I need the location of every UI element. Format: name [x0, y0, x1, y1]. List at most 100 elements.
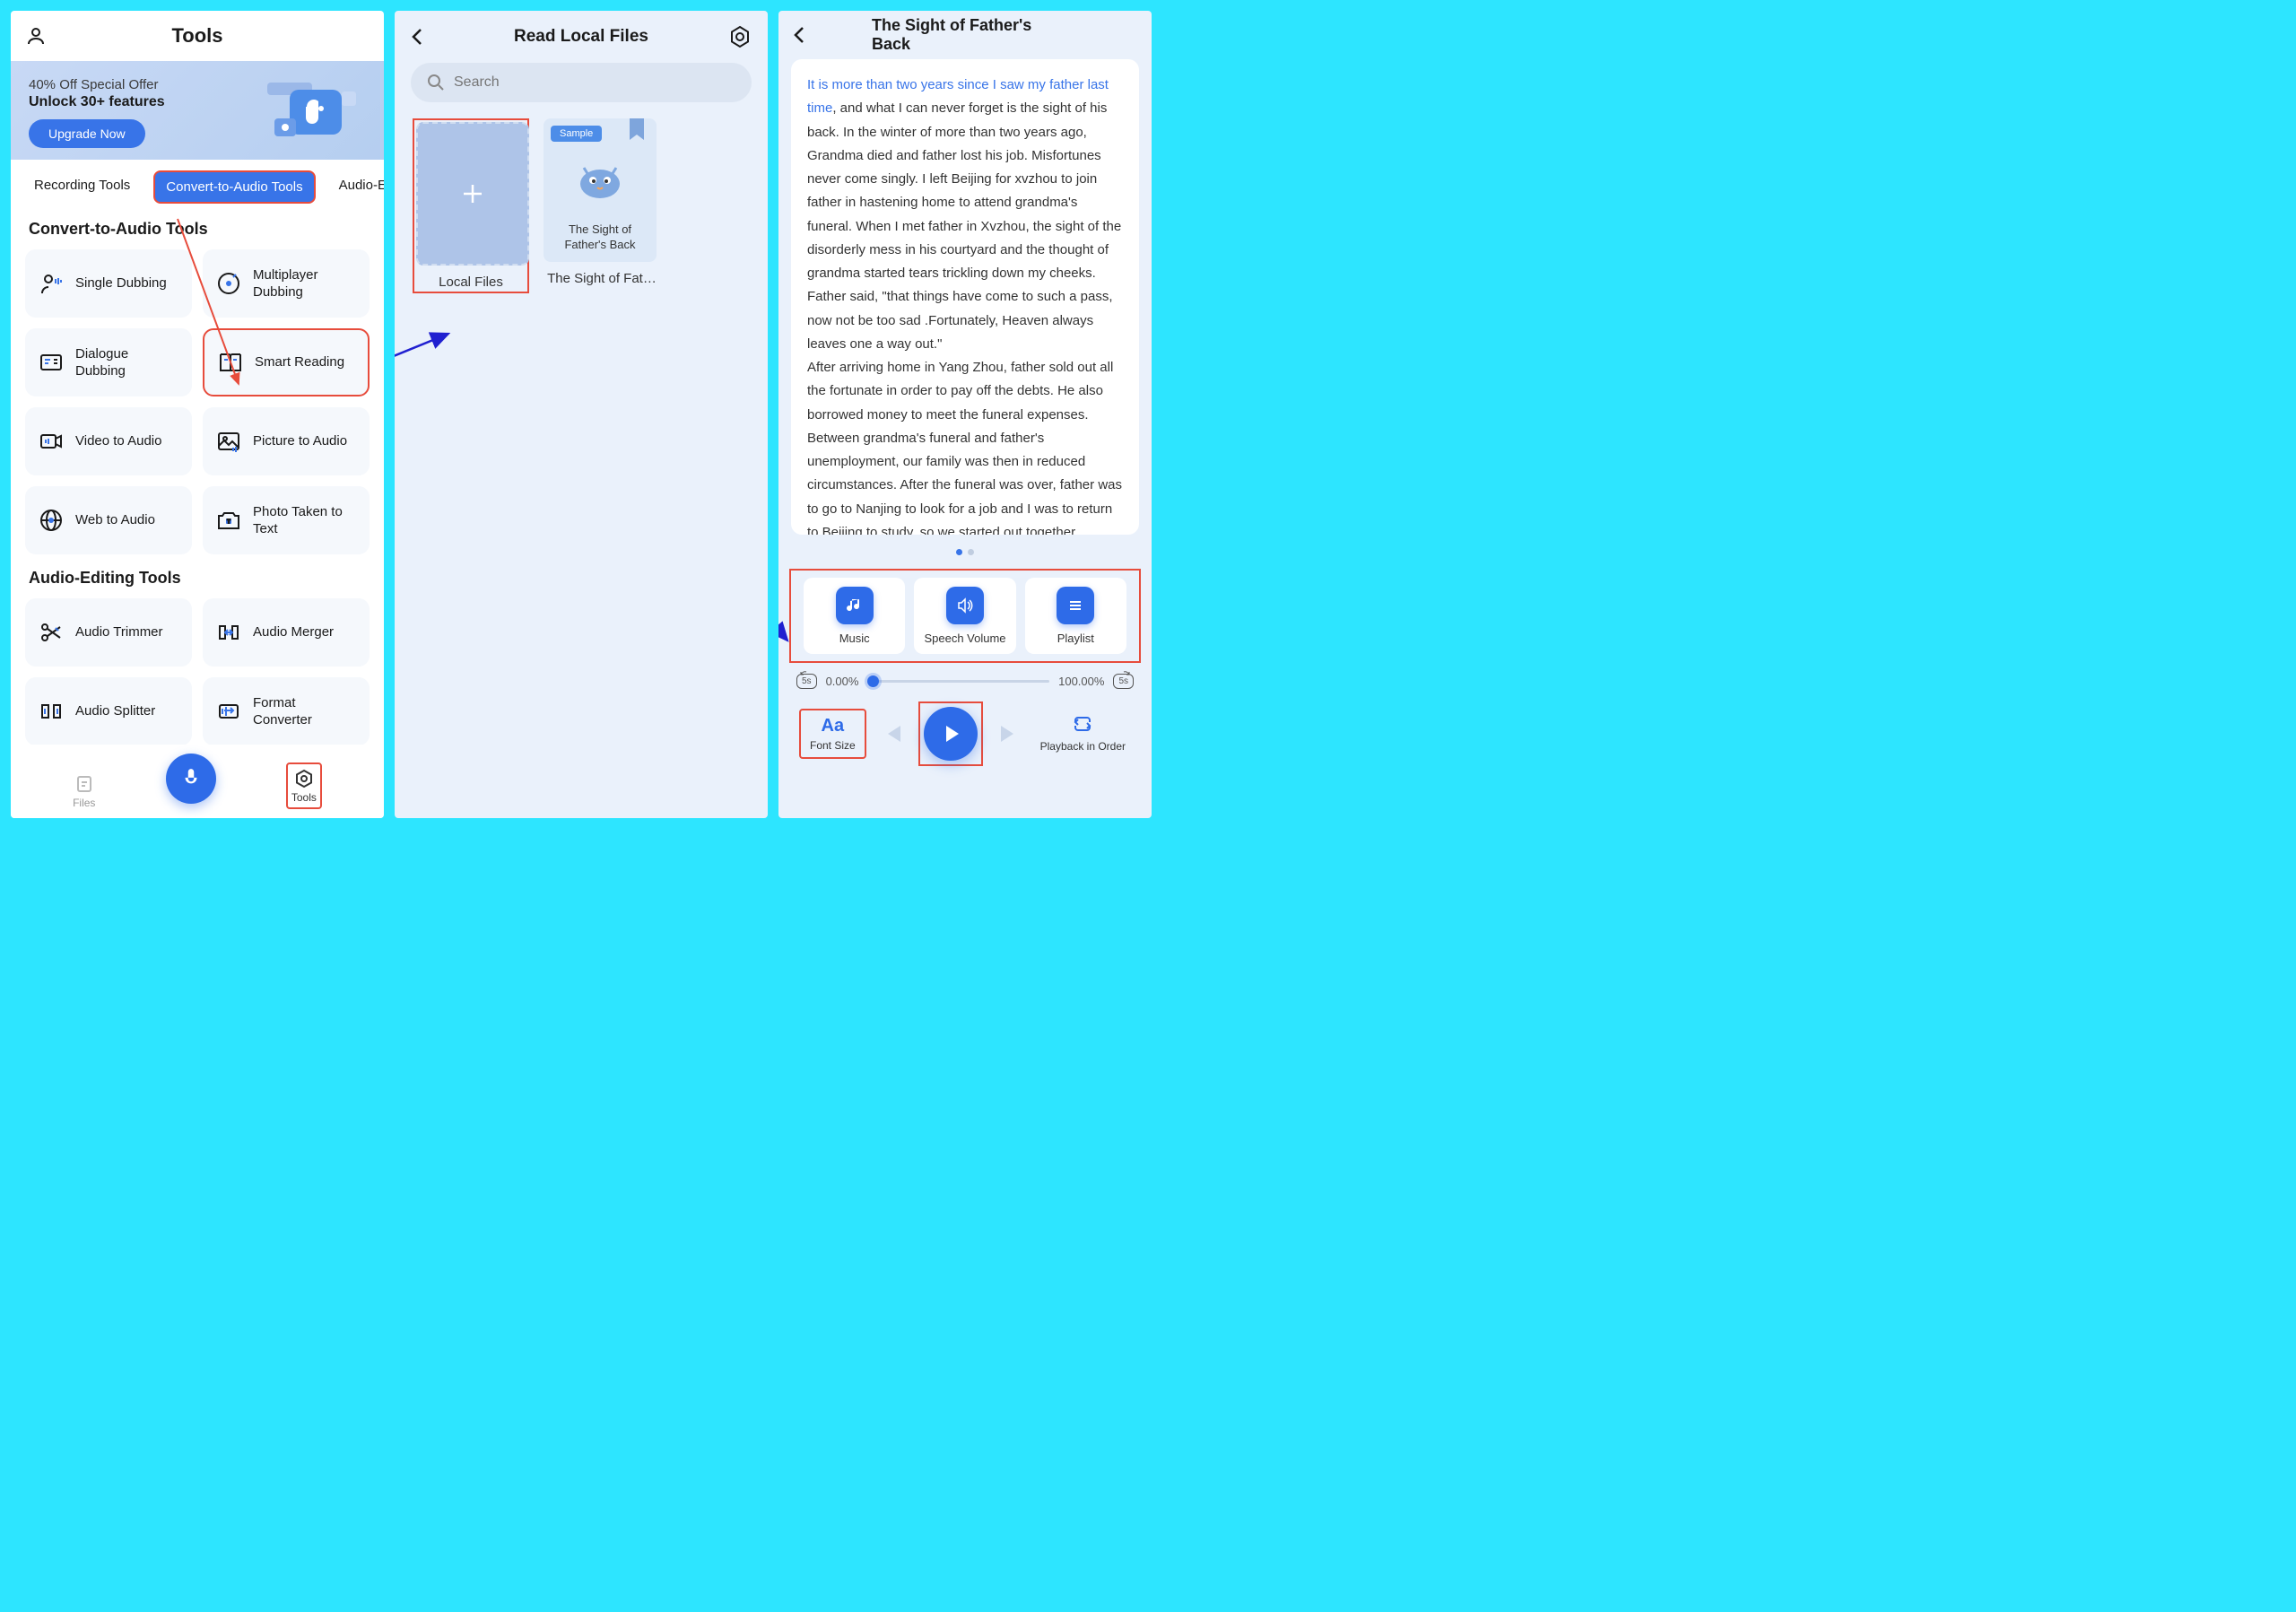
tool-photo-to-text[interactable]: TPhoto Taken to Text — [203, 486, 370, 554]
font-size-button[interactable]: AaFont Size — [799, 709, 866, 759]
control-label: Music — [813, 632, 896, 645]
progress-end: 100.00% — [1058, 675, 1104, 688]
file-label: The Sight of Fat… — [544, 271, 660, 286]
add-file-thumb — [416, 122, 529, 266]
tab-convert-audio[interactable]: Convert-to-Audio Tools — [153, 170, 315, 204]
back-icon[interactable] — [411, 27, 423, 47]
search-icon — [427, 74, 445, 91]
svg-text:T: T — [227, 519, 230, 525]
chat-icon — [38, 349, 65, 376]
progress-track[interactable] — [867, 680, 1049, 683]
tool-picture-to-audio[interactable]: Picture to Audio — [203, 407, 370, 475]
play-button-highlight — [918, 701, 983, 766]
tool-multiplayer-dubbing[interactable]: Multiplayer Dubbing — [203, 249, 370, 318]
file-grid: Local Files Sample The Sight of Father's… — [395, 118, 768, 293]
nav-files[interactable]: Files — [73, 773, 95, 809]
edit-tools-grid: Audio Trimmer Audio Merger Audio Splitte… — [11, 593, 384, 751]
volume-icon — [946, 587, 984, 624]
tool-label: Format Converter — [253, 694, 357, 729]
file-label: Local Files — [416, 274, 526, 290]
scissors-icon — [38, 619, 65, 646]
progress-thumb[interactable] — [867, 675, 879, 687]
section-convert-title: Convert-to-Audio Tools — [11, 211, 384, 244]
tools-panel: Tools 40% Off Special Offer Unlock 30+ f… — [11, 11, 384, 818]
dot[interactable] — [968, 549, 974, 555]
search-input[interactable] — [411, 63, 752, 102]
bird-icon — [573, 159, 627, 198]
merge-icon — [215, 619, 242, 646]
files-icon — [74, 773, 95, 795]
volume-button[interactable]: Speech Volume — [914, 578, 1015, 654]
playback-controls: AaFont Size Playback in Order — [778, 689, 1152, 775]
tool-single-dubbing[interactable]: Single Dubbing — [25, 249, 192, 318]
play-button[interactable] — [924, 707, 978, 761]
control-cards: Music Speech Volume Playlist — [789, 569, 1141, 663]
tool-audio-splitter[interactable]: Audio Splitter — [25, 677, 192, 745]
tool-tabs: Recording Tools Convert-to-Audio Tools A… — [11, 160, 384, 211]
header: The Sight of Father's Back — [778, 11, 1152, 59]
mic-fab-button[interactable] — [166, 754, 216, 804]
person-mic-icon — [38, 270, 65, 297]
seek-forward-button[interactable]: 5s — [1113, 674, 1134, 689]
playlist-icon — [1057, 587, 1094, 624]
convert-icon — [215, 698, 242, 725]
sample-thumb: Sample The Sight of Father's Back — [544, 118, 657, 262]
tool-label: Web to Audio — [75, 511, 155, 529]
annotation-arrow-icon — [395, 327, 457, 380]
reading-text[interactable]: It is more than two years since I saw my… — [791, 59, 1139, 535]
tool-smart-reading[interactable]: Smart Reading — [203, 328, 370, 396]
sample-file-item[interactable]: Sample The Sight of Father's Back The Si… — [544, 118, 660, 293]
playback-order-button[interactable]: Playback in Order — [1035, 710, 1131, 758]
book-icon — [217, 349, 244, 376]
dot-active[interactable] — [956, 549, 962, 555]
repeat-icon — [1072, 715, 1093, 733]
next-track-button[interactable] — [996, 720, 1022, 747]
back-icon[interactable] — [793, 25, 805, 45]
tool-label: Audio Merger — [253, 623, 334, 641]
page-dots — [778, 535, 1152, 569]
font-icon: Aa — [810, 716, 856, 736]
tool-label: Picture to Audio — [253, 432, 347, 450]
nav-label: Files — [73, 797, 95, 809]
section-edit-title: Audio-Editing Tools — [11, 560, 384, 593]
tools-nav-icon — [293, 768, 315, 789]
paragraph-2: After arriving home in Yang Zhou, father… — [807, 356, 1123, 535]
tool-label: Dialogue Dubbing — [75, 345, 179, 380]
promo-banner: 40% Off Special Offer Unlock 30+ feature… — [11, 61, 384, 160]
tool-web-to-audio[interactable]: Web to Audio — [25, 486, 192, 554]
music-button[interactable]: Music — [804, 578, 905, 654]
upgrade-button[interactable]: Upgrade Now — [29, 119, 145, 148]
tool-format-converter[interactable]: Format Converter — [203, 677, 370, 745]
playlist-button[interactable]: Playlist — [1025, 578, 1126, 654]
split-icon — [38, 698, 65, 725]
page-title: The Sight of Father's Back — [872, 16, 1058, 54]
tool-label: Audio Trimmer — [75, 623, 163, 641]
tool-audio-trimmer[interactable]: Audio Trimmer — [25, 598, 192, 667]
mic-icon — [179, 767, 203, 790]
local-files-button[interactable]: Local Files — [413, 118, 529, 293]
bookmark-icon — [630, 118, 644, 140]
tool-audio-merger[interactable]: Audio Merger — [203, 598, 370, 667]
profile-icon[interactable] — [25, 25, 47, 47]
tool-dialogue-dubbing[interactable]: Dialogue Dubbing — [25, 328, 192, 396]
paragraph-1: It is more than two years since I saw my… — [807, 74, 1123, 356]
para1-rest: , and what I can never forget is the sig… — [807, 100, 1121, 352]
tool-label: Multiplayer Dubbing — [253, 266, 357, 301]
nav-tools[interactable]: Tools — [286, 762, 322, 809]
search-field[interactable] — [454, 74, 735, 91]
play-icon — [939, 722, 962, 745]
banner-graphic-icon — [258, 77, 357, 149]
seek-back-button[interactable]: 5s — [796, 674, 817, 689]
settings-icon[interactable] — [728, 25, 752, 48]
tab-recording[interactable]: Recording Tools — [23, 170, 141, 204]
tool-video-to-audio[interactable]: Video to Audio — [25, 407, 192, 475]
progress-start: 0.00% — [826, 675, 859, 688]
video-icon — [38, 428, 65, 455]
tool-label: Smart Reading — [255, 353, 344, 371]
header: Read Local Files — [395, 11, 768, 63]
disc-icon — [215, 270, 242, 297]
tab-audio-editing[interactable]: Audio-Editing Tools — [328, 170, 384, 204]
prev-track-button[interactable] — [879, 720, 906, 747]
plus-icon — [460, 181, 485, 206]
sample-title: The Sight of Father's Back — [544, 222, 657, 253]
